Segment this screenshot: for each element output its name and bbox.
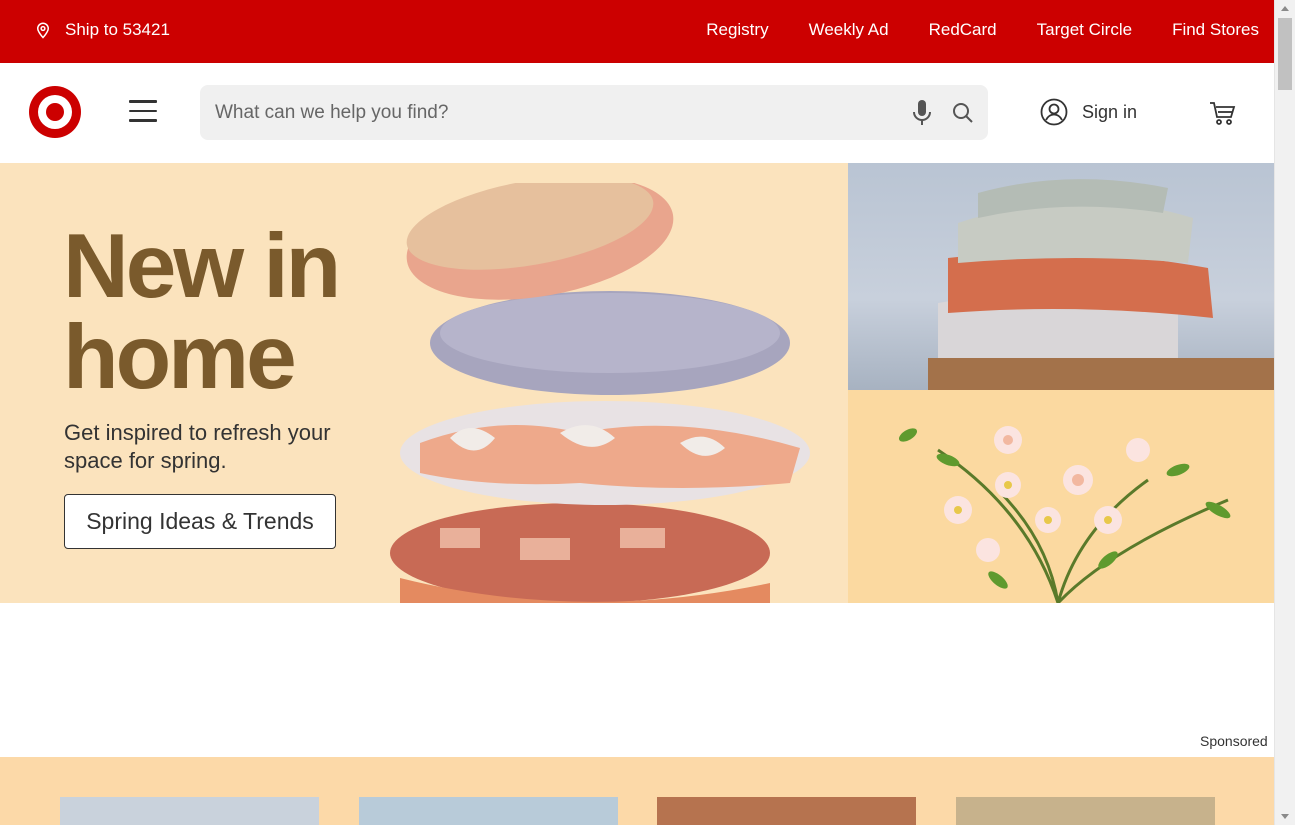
top-links: Registry Weekly Ad RedCard Target Circle… [706,20,1259,40]
sponsored-label: Sponsored [1200,733,1268,749]
redcard-link[interactable]: RedCard [929,20,997,40]
scroll-up-icon[interactable] [1281,6,1289,11]
scroll-thumb[interactable] [1278,18,1292,90]
target-circle-link[interactable]: Target Circle [1037,20,1132,40]
registry-link[interactable]: Registry [706,20,768,40]
microphone-icon[interactable] [912,99,932,127]
blankets-illustration [928,179,1274,390]
ship-to-label: Ship to 53421 [65,20,170,39]
page-scrollbar[interactable] [1274,0,1295,825]
blankets-image [848,163,1274,390]
location-pin-icon [36,22,50,39]
hero-title: New in home [63,216,341,408]
search-icon[interactable] [952,102,974,124]
search-bar [200,85,988,140]
promo-card[interactable] [657,797,916,825]
sign-in-label: Sign in [1082,101,1138,122]
top-bar: Ship to 53421 Registry Weekly Ad RedCard… [0,0,1274,63]
ship-to-button[interactable]: Ship to 53421 [34,20,170,40]
menu-icon[interactable] [129,100,157,124]
sign-in-button[interactable]: Sign in [1040,98,1137,126]
cart-icon[interactable] [1208,99,1236,127]
promo-card[interactable] [359,797,618,825]
spring-ideas-button[interactable]: Spring Ideas & Trends [64,494,336,549]
target-logo-icon[interactable] [28,85,82,139]
find-stores-link[interactable]: Find Stores [1172,20,1259,40]
site-header: Sign in [0,63,1274,163]
promo-card[interactable] [60,797,319,825]
pillows-image [390,183,810,603]
promo-section [0,757,1274,825]
hero-banner[interactable]: New in home Get inspired to refresh your… [0,163,1274,603]
account-icon [1040,98,1068,126]
hero-main-panel: New in home Get inspired to refresh your… [0,163,848,603]
scroll-down-icon[interactable] [1281,814,1289,819]
promo-card[interactable] [956,797,1215,825]
weekly-ad-link[interactable]: Weekly Ad [809,20,889,40]
flowers-image [848,390,1274,603]
flowers-illustration [898,426,1231,603]
hero-subtitle: Get inspired to refresh your space for s… [64,420,331,473]
search-input[interactable] [200,85,900,140]
